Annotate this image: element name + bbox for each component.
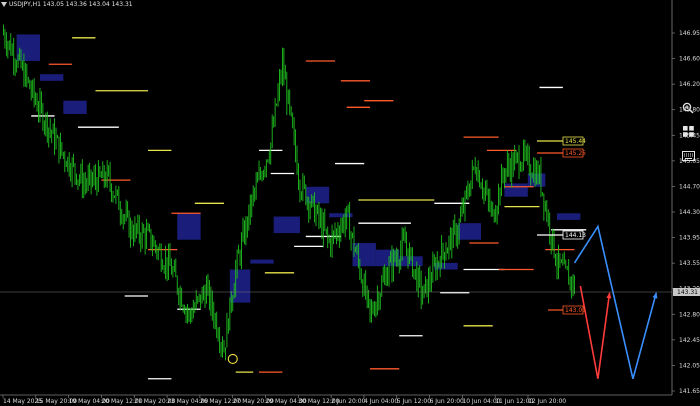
price-tick-label: 146.95 [679, 30, 700, 37]
time-tick-label: 5 Jun 12:00 [397, 398, 431, 405]
zone-box [273, 216, 300, 234]
zone-box [504, 183, 528, 197]
zone-box [177, 213, 201, 240]
grid-layout-icon[interactable] [680, 123, 696, 139]
zone-box [63, 100, 87, 114]
zone-box [375, 249, 400, 267]
price-tick-label: 144.70 [679, 183, 700, 190]
zone-box [557, 213, 581, 220]
symbol-title: USDJPY,H1 143.05 143.36 143.04 143.31 [9, 1, 133, 8]
price-label-value: 144.13 [565, 232, 586, 239]
current-price-label: 143.31 [677, 289, 698, 296]
price-label-value: 143.05 [565, 307, 586, 314]
symbol-dropdown-icon[interactable] [1, 2, 7, 7]
time-tick-label: 6 Jun 20:00 [430, 398, 464, 405]
price-tick-label: 142.80 [679, 311, 700, 318]
zone-box [16, 34, 40, 61]
time-tick-label: 12 Jun 20:00 [528, 398, 566, 405]
zone-box [352, 243, 376, 267]
time-tick-label: 2 Jun 20:00 [331, 398, 365, 405]
zone-box [39, 74, 64, 81]
zone-box [250, 259, 274, 264]
ohlc-values: 143.05 143.36 143.04 143.31 [42, 1, 133, 8]
price-tick-label: 143.95 [679, 235, 700, 242]
zone-box [305, 186, 330, 204]
zoom-in-icon[interactable] [680, 100, 696, 116]
price-chart[interactable]: 146.95146.60146.20145.80145.45145.05144.… [0, 0, 700, 406]
price-label-value: 145.25 [565, 150, 586, 157]
price-tick-label: 146.20 [679, 81, 700, 88]
price-tick-label: 142.45 [679, 337, 700, 344]
keyboard-icon[interactable] [680, 148, 696, 164]
price-tick-label: 141.65 [679, 388, 700, 395]
price-tick-label: 143.55 [679, 260, 700, 267]
zone-box [434, 262, 458, 270]
symbol-name: USDJPY,H1 [9, 1, 41, 8]
zone-box [329, 213, 353, 218]
price-label-value: 145.44 [565, 138, 586, 145]
price-tick-label: 142.05 [679, 362, 700, 369]
price-tick-label: 144.30 [679, 209, 700, 216]
time-tick-label: 4 Jun 04:00 [364, 398, 398, 405]
price-tick-label: 146.60 [679, 56, 700, 63]
zone-box [457, 223, 482, 240]
